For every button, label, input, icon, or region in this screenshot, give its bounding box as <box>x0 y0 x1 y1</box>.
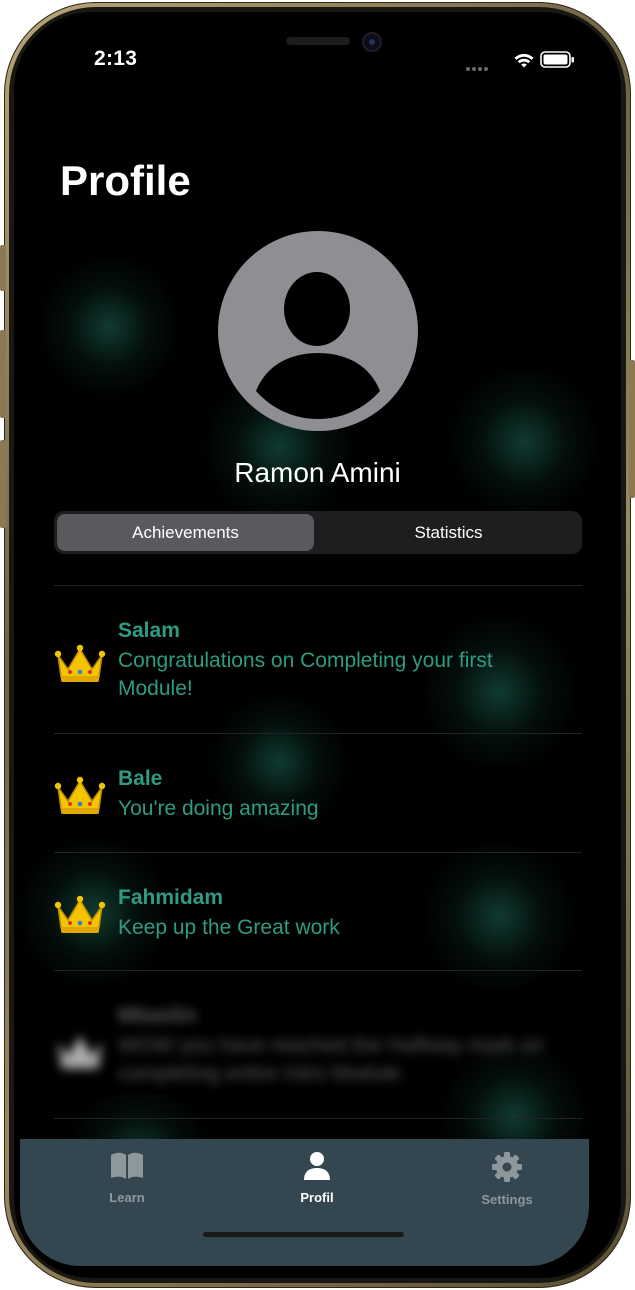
list-divider <box>54 1118 582 1119</box>
tab-label: Settings <box>481 1192 533 1207</box>
volume-down-button <box>0 440 6 528</box>
achievement-item-locked[interactable]: Mbaslin WOW you have reached the Halfway… <box>54 1004 582 1094</box>
volume-up-button <box>0 330 6 418</box>
achievement-description: You're doing amazing <box>118 797 319 820</box>
achievement-item[interactable]: Bale You're doing amazing <box>54 767 582 827</box>
segmented-control: Achievements Statistics <box>54 511 582 554</box>
background-glow <box>444 362 604 522</box>
page-title: Profile <box>60 157 191 204</box>
crown-icon <box>58 1036 102 1069</box>
tab-learn[interactable]: Learn <box>67 1151 187 1205</box>
tab-settings[interactable]: Settings <box>447 1151 567 1207</box>
achievement-description: WOW you have reached the Halfway mark on… <box>118 1034 545 1085</box>
achievement-description: Keep up the Great work <box>118 916 340 939</box>
battery-icon <box>540 51 574 68</box>
segment-statistics[interactable]: Statistics <box>318 514 579 551</box>
achievement-title: Salam <box>118 619 180 642</box>
home-indicator[interactable] <box>203 1232 404 1237</box>
list-divider <box>54 852 582 853</box>
person-icon <box>304 1152 330 1180</box>
tab-label: Profil <box>300 1190 334 1205</box>
achievement-item[interactable]: Salam Congratulations on Completing your… <box>54 619 582 709</box>
side-button <box>629 360 635 498</box>
achievement-title: Bale <box>118 767 163 790</box>
status-time: 2:13 <box>94 47 138 70</box>
list-divider <box>54 970 582 971</box>
signal-dots-icon <box>466 58 490 76</box>
status-icons <box>466 50 576 71</box>
crown-icon <box>54 644 106 682</box>
front-camera <box>362 32 382 52</box>
dynamic-island-speaker <box>286 37 350 45</box>
crown-icon <box>54 776 106 814</box>
tab-profile[interactable]: Profil <box>257 1151 377 1205</box>
list-divider <box>54 733 582 734</box>
wifi-icon <box>514 53 534 68</box>
tab-label: Learn <box>109 1190 145 1205</box>
gear-icon <box>492 1152 522 1182</box>
list-divider <box>54 585 582 586</box>
screen: 2:13 Profile Ramon Amini Achievements St… <box>14 12 621 1278</box>
tab-bar: Learn Profil Settings <box>20 1139 589 1266</box>
book-icon <box>111 1152 143 1179</box>
segment-achievements[interactable]: Achievements <box>57 514 314 551</box>
background-glow <box>34 252 184 402</box>
achievement-title: Mbaslin <box>118 1004 197 1027</box>
achievement-title: Fahmidam <box>118 886 224 909</box>
action-button <box>0 245 6 291</box>
person-circle-icon[interactable] <box>218 231 418 431</box>
achievement-description: Congratulations on Completing your first… <box>118 649 493 700</box>
achievement-item[interactable]: Fahmidam Keep up the Great work <box>54 886 582 946</box>
crown-icon <box>54 895 106 933</box>
profile-name: Ramon Amini <box>234 457 401 488</box>
